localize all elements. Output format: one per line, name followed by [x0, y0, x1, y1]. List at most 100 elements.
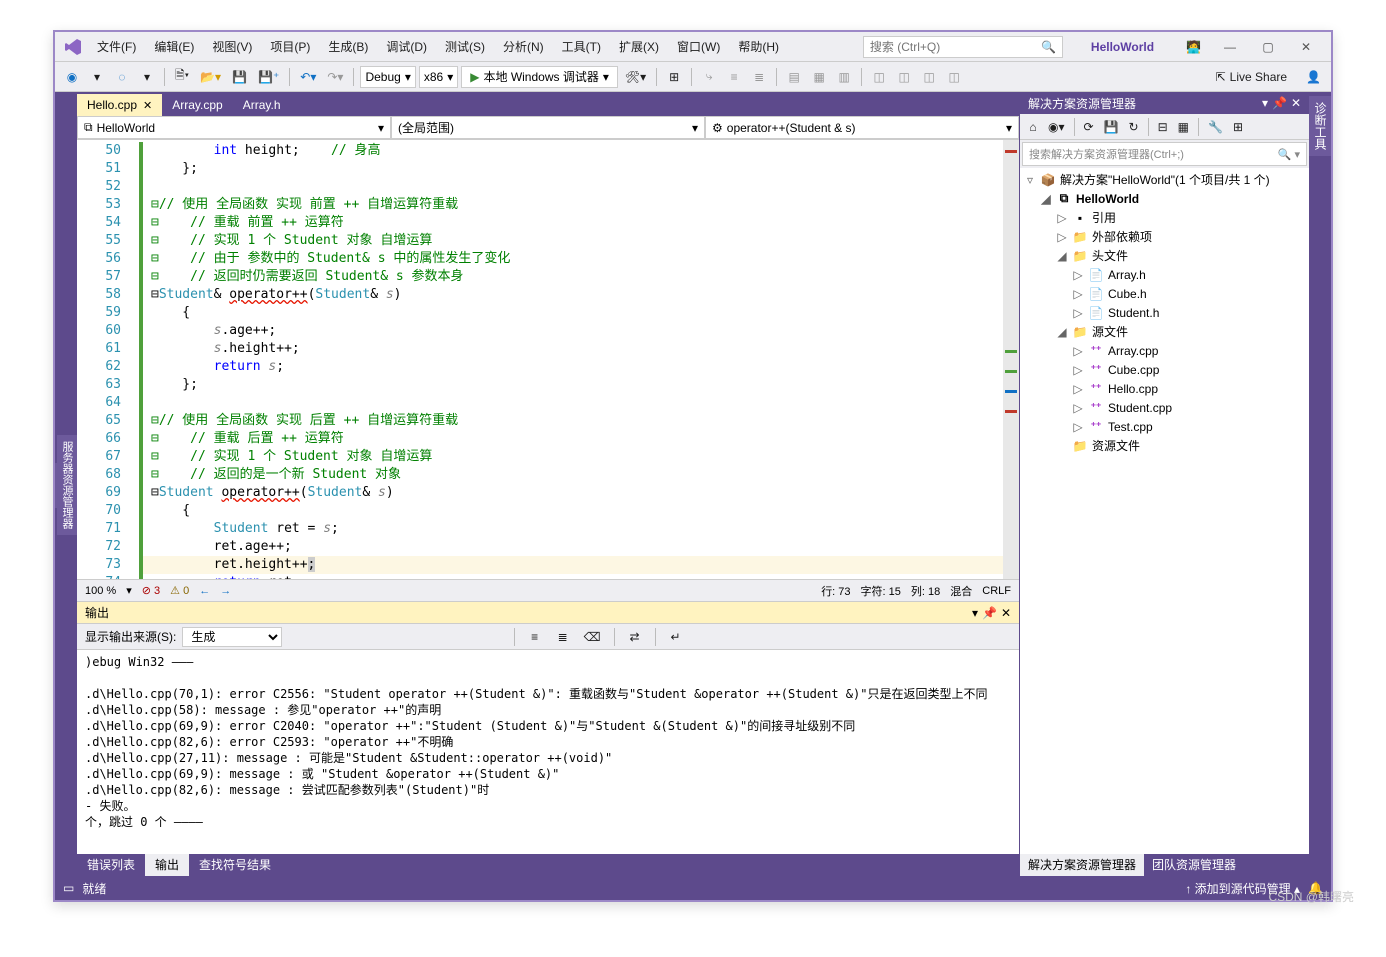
se-showall-icon[interactable]: ▦ [1174, 118, 1193, 136]
nav-back-icon[interactable]: ◉ [61, 66, 83, 88]
feedback-icon[interactable]: 🧑‍💻 [1186, 40, 1201, 54]
output-tb-icon-5[interactable]: ↵ [665, 626, 687, 648]
tb-icon-4[interactable]: ≣ [748, 66, 770, 88]
tb-icon-6[interactable]: ▦ [808, 66, 830, 88]
zoom-label[interactable]: 100 % [85, 585, 116, 597]
tree-item[interactable]: ▷⁺⁺Cube.cpp [1020, 360, 1309, 379]
se-search[interactable]: 搜索解决方案资源管理器(Ctrl+;) 🔍 ▾ [1022, 142, 1307, 166]
nav-fwd-dd[interactable]: ▾ [136, 66, 158, 88]
tb-icon-5[interactable]: ▤ [783, 66, 805, 88]
se-properties-icon[interactable]: 🔧 [1204, 118, 1227, 136]
tab-close-icon[interactable]: ✕ [143, 99, 152, 112]
output-close-icon[interactable]: ✕ [1001, 606, 1011, 620]
tb-icon-2[interactable]: ⤷ [698, 66, 720, 88]
save-icon[interactable]: 💾 [228, 66, 251, 88]
output-dropdown-icon[interactable]: ▾ [972, 606, 978, 620]
toolbox-tab[interactable]: 工具箱 [55, 463, 57, 508]
tb-icon-7[interactable]: ▥ [833, 66, 855, 88]
platform-dropdown[interactable]: x86 ▾ [419, 66, 458, 88]
server-explorer-tab[interactable]: 服务器资源管理器 [57, 435, 77, 535]
menu-item[interactable]: 生成(B) [320, 35, 376, 58]
output-tb-icon-1[interactable]: ≡ [524, 626, 546, 648]
menu-item[interactable]: 编辑(E) [146, 35, 202, 58]
tree-item[interactable]: ▷⁺⁺Array.cpp [1020, 341, 1309, 360]
tb-icon-1[interactable]: ⊞ [663, 66, 685, 88]
se-sync-icon[interactable]: ⟳ [1080, 118, 1098, 136]
menu-item[interactable]: 测试(S) [437, 35, 493, 58]
save-all-icon[interactable]: 💾⁺ [254, 66, 283, 88]
se-home-icon[interactable]: ⌂ [1024, 118, 1042, 136]
bottom-tab[interactable]: 错误列表 [77, 854, 145, 876]
tb-icon-9[interactable]: ◫ [893, 66, 915, 88]
undo-icon[interactable]: ↶▾ [296, 66, 320, 88]
se-back-icon[interactable]: ◉▾ [1044, 118, 1069, 136]
menu-item[interactable]: 分析(N) [495, 35, 552, 58]
tree-item[interactable]: 📁资源文件 [1020, 436, 1309, 455]
menu-item[interactable]: 扩展(X) [611, 35, 667, 58]
nav-scope-combo[interactable]: (全局范围)▾ [391, 116, 705, 139]
output-source-select[interactable]: 生成 [182, 627, 282, 647]
menu-item[interactable]: 工具(T) [554, 35, 609, 58]
nav-fwd-icon[interactable]: ◌ [111, 66, 133, 88]
tree-item[interactable]: ▷⁺⁺Student.cpp [1020, 398, 1309, 417]
bottom-tab[interactable]: 查找符号结果 [189, 854, 281, 876]
output-tb-icon-2[interactable]: ≣ [552, 626, 574, 648]
maximize-button[interactable]: ▢ [1251, 36, 1285, 58]
live-share-button[interactable]: ⇱ Live Share [1216, 70, 1287, 84]
redo-icon[interactable]: ↷▾ [323, 66, 347, 88]
window-restore-icon[interactable]: ▭ [63, 881, 74, 895]
menu-item[interactable]: 项目(P) [262, 35, 318, 58]
nav-back-small-icon[interactable]: ← [199, 585, 210, 597]
menu-item[interactable]: 文件(F) [89, 35, 144, 58]
bottom-tab[interactable]: 输出 [145, 854, 189, 876]
output-text[interactable]: )ebug Win32 ———.d\Hello.cpp(70,1): error… [77, 650, 1019, 854]
tree-item[interactable]: ▷📄Array.h [1020, 265, 1309, 284]
warning-count[interactable]: ⚠ 0 [170, 584, 189, 597]
solution-tree[interactable]: ▿📦解决方案"HelloWorld"(1 个项目/共 1 个)◢⧉HelloWo… [1020, 168, 1309, 854]
tb-icon-8[interactable]: ◫ [868, 66, 890, 88]
diagnostics-tab[interactable]: 诊断工具 [1309, 96, 1331, 156]
tree-item[interactable]: ▿📦解决方案"HelloWorld"(1 个项目/共 1 个) [1020, 170, 1309, 189]
tb-icon-10[interactable]: ◫ [918, 66, 940, 88]
account-icon[interactable]: 👤 [1302, 66, 1325, 88]
menu-item[interactable]: 窗口(W) [669, 35, 728, 58]
search-input[interactable] [870, 40, 1041, 54]
se-dropdown-icon[interactable]: ▾ [1262, 96, 1268, 110]
tb-icon-11[interactable]: ◫ [943, 66, 965, 88]
tree-item[interactable]: ▷📄Student.h [1020, 303, 1309, 322]
search-box[interactable]: 🔍 [863, 36, 1063, 58]
se-bottom-tab[interactable]: 解决方案资源管理器 [1020, 854, 1144, 876]
tree-item[interactable]: ▷📁外部依赖项 [1020, 227, 1309, 246]
menu-item[interactable]: 调试(D) [378, 35, 435, 58]
se-collapse-icon[interactable]: ⊟ [1154, 118, 1172, 136]
se-preview-icon[interactable]: ⊞ [1229, 118, 1247, 136]
tree-item[interactable]: ▷📄Cube.h [1020, 284, 1309, 303]
config-dropdown[interactable]: Debug ▾ [360, 66, 415, 88]
nav-project-combo[interactable]: ⧉ HelloWorld▾ [77, 116, 391, 139]
tree-item[interactable]: ▷⁺⁺Hello.cpp [1020, 379, 1309, 398]
attach-icon[interactable]: 🛠▾ [621, 66, 650, 88]
nav-back-dd[interactable]: ▾ [86, 66, 108, 88]
menu-item[interactable]: 帮助(H) [730, 35, 787, 58]
nav-member-combo[interactable]: ⚙ operator++(Student & s)▾ [705, 116, 1019, 139]
tree-item[interactable]: ▷⁺⁺Test.cpp [1020, 417, 1309, 436]
output-tb-icon-4[interactable]: ⇄ [624, 626, 646, 648]
menu-item[interactable]: 视图(V) [204, 35, 260, 58]
minimize-button[interactable]: — [1213, 36, 1247, 58]
document-tab[interactable]: Hello.cpp ✕ [77, 94, 162, 116]
start-debug-button[interactable]: ▶本地 Windows 调试器 ▾ [461, 66, 618, 88]
se-pin-icon[interactable]: 📌 [1272, 96, 1287, 110]
tree-item[interactable]: ▷▪引用 [1020, 208, 1309, 227]
output-tb-icon-3[interactable]: ⌫ [580, 626, 605, 648]
se-refresh-icon[interactable]: ↻ [1125, 118, 1143, 136]
new-project-icon[interactable]: 🗎▾ [171, 66, 193, 88]
se-close-icon[interactable]: ✕ [1291, 96, 1301, 110]
se-bottom-tab[interactable]: 团队资源管理器 [1144, 854, 1244, 876]
tb-icon-3[interactable]: ≡ [723, 66, 745, 88]
output-pin-icon[interactable]: 📌 [982, 606, 997, 620]
nav-fwd-small-icon[interactable]: → [220, 585, 231, 597]
tree-item[interactable]: ◢📁头文件 [1020, 246, 1309, 265]
document-tab[interactable]: Array.cpp [162, 94, 232, 116]
error-count[interactable]: ⊘ 3 [142, 584, 160, 597]
enhanced-scrollbar[interactable] [1003, 140, 1019, 579]
